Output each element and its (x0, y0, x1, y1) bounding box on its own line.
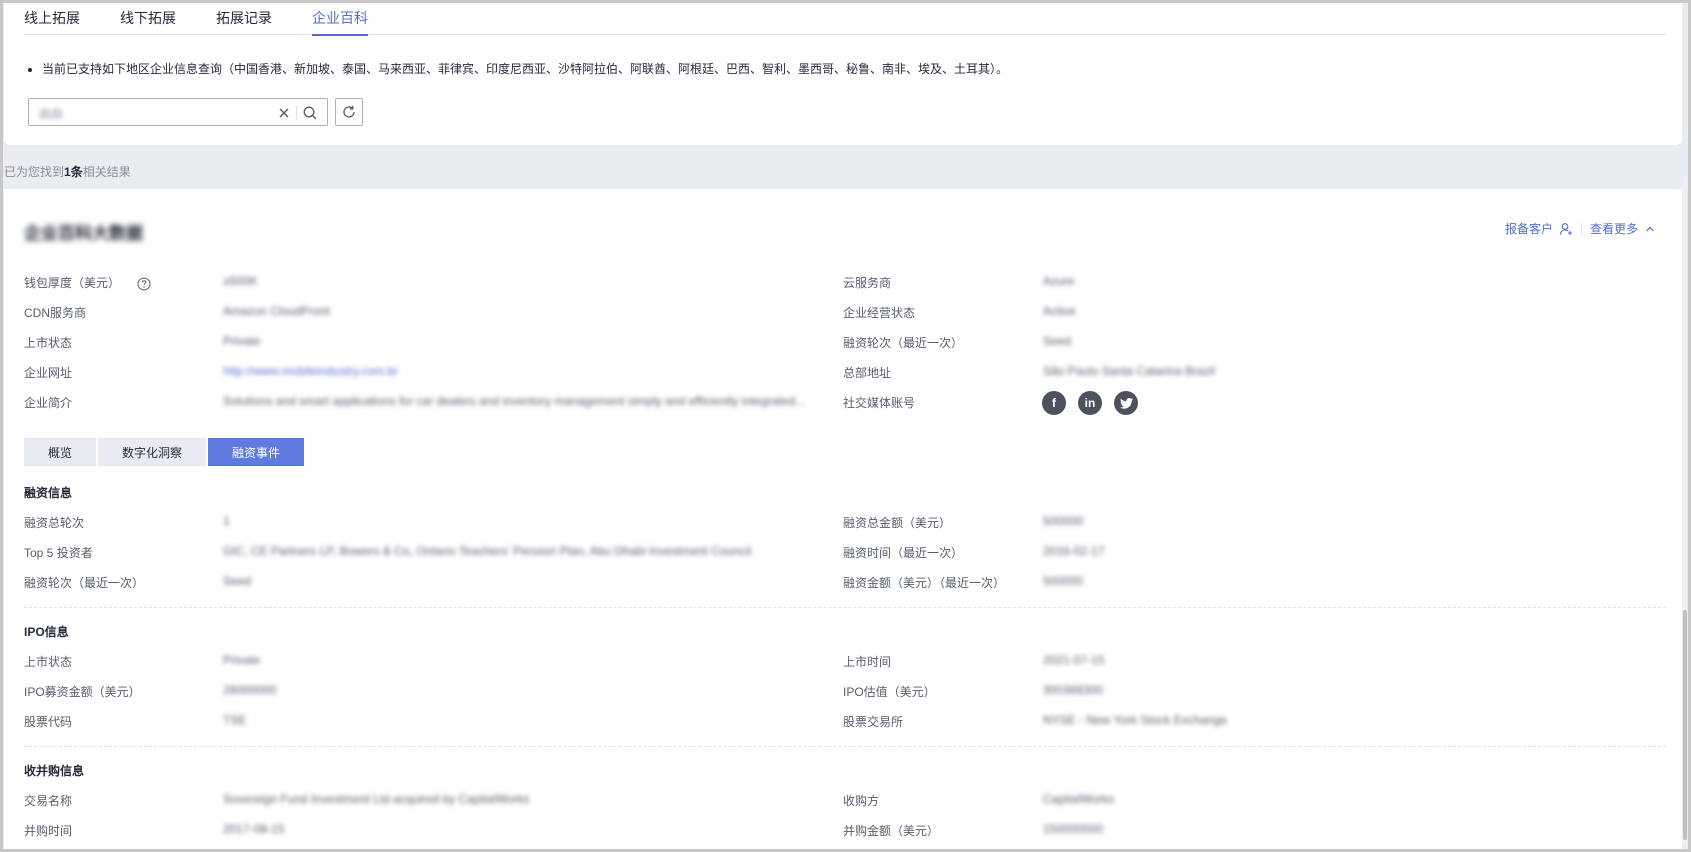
tab-online-expand[interactable]: 线上拓展 (24, 0, 80, 35)
acquirer-label: 收购方 (843, 794, 880, 808)
search-input[interactable]: 曲曲 (28, 98, 328, 126)
merger-time-label: 并购时间 (24, 824, 73, 838)
result-count-number: 1条 (64, 165, 83, 179)
social-label: 社交媒体账号 (843, 396, 916, 410)
add-user-icon (1559, 222, 1572, 235)
last-round-label: 融资轮次（最近一次） (24, 576, 145, 590)
hq-value: São Paulo Santa Catarina Brazil (1043, 364, 1216, 378)
tab-funding-events[interactable]: 融资事件 (208, 438, 305, 466)
cloud-value: Azure (1043, 274, 1075, 288)
last-amount-value: 500000 (1043, 574, 1084, 588)
help-icon[interactable] (137, 277, 151, 291)
funding-round-label: 融资轮次（最近一次） (843, 336, 964, 350)
bullet-icon (28, 67, 32, 72)
website-label: 企业网址 (24, 366, 73, 380)
ipo-status-value: Private (223, 653, 261, 667)
ipo-raise-label: IPO募资金额（美元） (24, 685, 141, 699)
facebook-icon[interactable]: f (1042, 391, 1066, 415)
hq-label: 总部地址 (843, 366, 892, 380)
social-links: f in (1042, 391, 1150, 415)
report-customer-button[interactable]: 报备客户 (1505, 220, 1573, 237)
intro-label: 企业简介 (24, 396, 73, 410)
stock-exchange-label: 股票交易所 (843, 715, 904, 729)
merger-time-value: 2017-08-15 (223, 822, 285, 836)
total-rounds-value: 1 (223, 514, 230, 528)
tab-offline-expand[interactable]: 线下拓展 (120, 0, 176, 35)
ipo-valuation-label: IPO估值（美元） (843, 685, 936, 699)
last-funding-time-label: 融资时间（最近一次） (843, 546, 964, 560)
deal-name-label: 交易名称 (24, 794, 73, 808)
ipo-section-title: IPO信息 (24, 625, 69, 639)
region-notice: 当前已支持如下地区企业信息查询（中国香港、新加坡、泰国、马来西亚、菲律宾、印度尼… (28, 60, 1008, 77)
listing-status-label: 上市状态 (24, 336, 73, 350)
ipo-time-value: 2021-07-15 (1043, 653, 1105, 667)
top-investors-label: Top 5 投资者 (24, 546, 93, 560)
chevron-up-icon (1646, 226, 1654, 231)
last-amount-label: 融资金额（美元）（最近一次） (843, 576, 1006, 590)
operation-status-value: Active (1043, 304, 1076, 318)
total-amount-value: 500000 (1043, 514, 1084, 528)
refresh-icon (343, 105, 355, 118)
deal-name-value: Sovereign Fund Investment Ltd acquired b… (223, 792, 530, 806)
region-notice-text: 当前已支持如下地区企业信息查询（中国香港、新加坡、泰国、马来西亚、菲律宾、印度尼… (42, 62, 1009, 76)
last-funding-time-value: 2016-02-17 (1043, 544, 1105, 558)
action-divider (1580, 222, 1582, 235)
wallet-label: 钱包厚度（美元） (24, 274, 151, 291)
cdn-label: CDN服务商 (24, 306, 86, 320)
result-prefix: 已为您找到 (4, 165, 65, 179)
acquirer-value: CapitalWorks (1043, 792, 1115, 806)
stock-code-label: 股票代码 (24, 715, 73, 729)
merger-amount-label: 并购金额（美元） (843, 824, 940, 838)
result-suffix: 相关结果 (82, 165, 131, 179)
scrollbar-thumb[interactable] (1683, 610, 1687, 840)
company-card: 企业百科大数据 报备客户 查看更多 钱包厚度（美元） ≥500K 云服务商 Az… (4, 189, 1682, 852)
cloud-label: 云服务商 (843, 276, 892, 290)
stock-code-value: TSE (223, 713, 247, 727)
ipo-status-label: 上市状态 (24, 655, 73, 669)
funding-section-title: 融资信息 (24, 486, 73, 500)
header-actions: 报备客户 查看更多 (1505, 220, 1656, 237)
cdn-value: Amazon CloudFront (223, 304, 330, 318)
website-link[interactable]: http://www.mobileindustry.com.br (223, 364, 398, 378)
listing-status-value: Private (223, 334, 261, 348)
linkedin-icon[interactable]: in (1078, 391, 1102, 415)
twitter-bird-icon (1119, 397, 1133, 409)
last-round-value: Seed (223, 574, 252, 588)
search-icon[interactable] (302, 105, 318, 121)
tab-digital-insight[interactable]: 数字化洞察 (98, 438, 207, 466)
operation-status-label: 企业经营状态 (843, 306, 916, 320)
view-more-button[interactable]: 查看更多 (1590, 220, 1656, 237)
search-divider (296, 106, 297, 120)
funding-round-value: Seed (1043, 334, 1072, 348)
ipo-raise-value: 26000000 (223, 683, 277, 697)
tab-enterprise-wiki[interactable]: 企业百科 (312, 0, 368, 36)
merger-amount-value: 150000000 (1043, 822, 1104, 836)
section-divider (24, 746, 1666, 747)
search-input-value[interactable]: 曲曲 (39, 105, 63, 122)
top-investors-value: GIC, CE Partners LP, Bowers & Co, Ontari… (223, 544, 752, 558)
view-more-label: 查看更多 (1589, 222, 1638, 236)
refresh-button[interactable] (335, 98, 363, 126)
top-tabs: 线上拓展 线下拓展 拓展记录 企业百科 (24, 0, 1666, 36)
section-divider (24, 607, 1666, 608)
tab-expand-records[interactable]: 拓展记录 (216, 0, 272, 35)
ipo-valuation-value: 300368300 (1043, 683, 1104, 697)
wallet-label-text: 钱包厚度（美元） (24, 276, 121, 290)
tab-overview[interactable]: 概览 (24, 438, 97, 466)
wallet-value: ≥500K (223, 274, 258, 288)
top-card: 线上拓展 线下拓展 拓展记录 企业百科 当前已支持如下地区企业信息查询（中国香港… (4, 0, 1682, 145)
total-amount-label: 融资总金额（美元） (843, 516, 952, 530)
clear-icon[interactable] (277, 106, 291, 120)
twitter-icon[interactable] (1114, 391, 1138, 415)
intro-value: Solutions and smart applications for car… (223, 394, 806, 408)
result-count: 已为您找到1条相关结果 (4, 163, 131, 180)
ma-section-title: 收并购信息 (24, 764, 85, 778)
stock-exchange-value: NYSE - New York Stock Exchange (1043, 713, 1228, 727)
ipo-time-label: 上市时间 (843, 655, 892, 669)
detail-tabs: 概览 数字化洞察 融资事件 (24, 438, 306, 466)
report-customer-label: 报备客户 (1504, 222, 1553, 236)
total-rounds-label: 融资总轮次 (24, 516, 85, 530)
company-name: 企业百科大数据 (24, 224, 143, 243)
